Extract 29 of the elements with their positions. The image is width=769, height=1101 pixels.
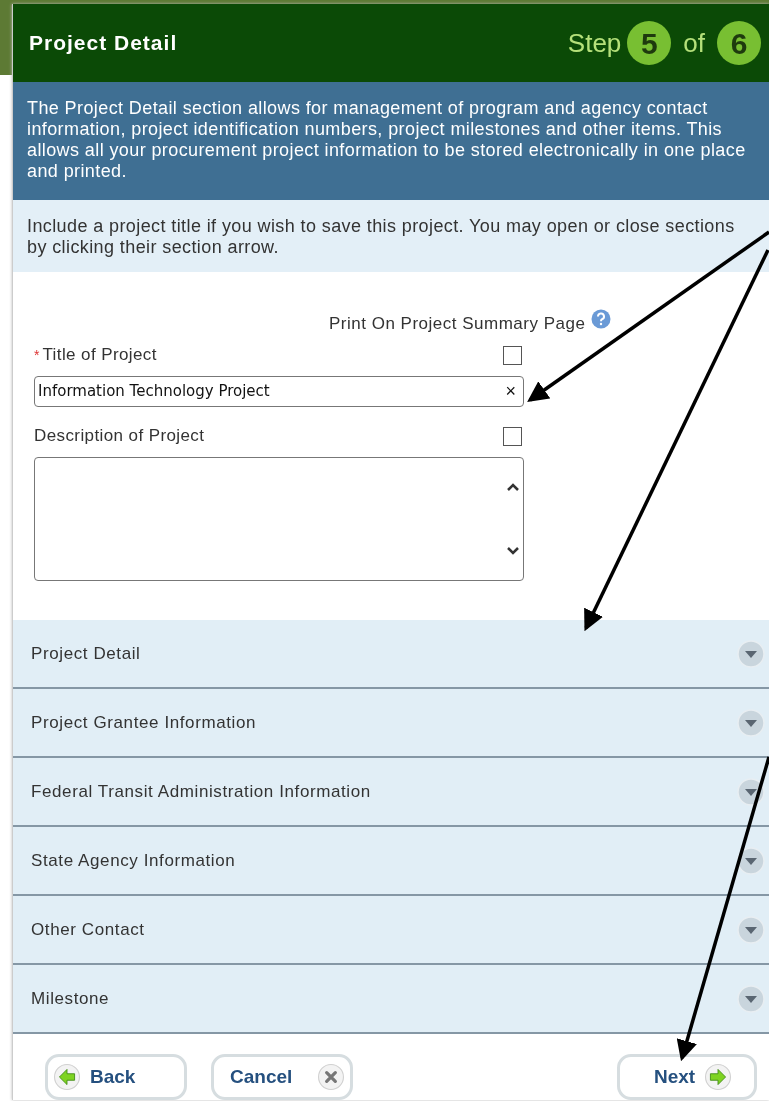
print-checkbox[interactable]: [503, 426, 522, 446]
section-header[interactable]: Milestone: [13, 965, 769, 1034]
step-number: 5: [627, 21, 672, 65]
close-icon: [318, 1064, 344, 1090]
cancel-button[interactable]: Cancel: [211, 1054, 353, 1100]
section-header[interactable]: Project Detail: [13, 620, 769, 689]
step-number: 6: [717, 21, 761, 65]
instructions-text: Include a project title if you wish to save this project. You may open or close sections by clicking their section arrow.: [27, 216, 736, 258]
intro-text: The Project Detail section allows for management of program and agency contact information, project identification numbers, project milestones and other items. This allows all your procurement project information to be stored electronically in one place and printed.: [27, 98, 747, 182]
print-label: Print On Project Summary Page: [329, 313, 586, 336]
next-button[interactable]: Next: [617, 1054, 757, 1100]
help-icon[interactable]: [591, 309, 612, 329]
scroll-up-icon[interactable]: [506, 482, 520, 492]
section-header[interactable]: Federal Transit Administration Information: [13, 758, 769, 827]
page-title: Project Detail: [29, 30, 178, 57]
description-field[interactable]: [34, 457, 524, 581]
step-label: of: [683, 26, 705, 60]
section-header[interactable]: Project Grantee Information: [13, 689, 769, 758]
section-header[interactable]: Other Contact: [13, 896, 769, 965]
title-field[interactable]: Information Technology Project ×: [34, 376, 524, 407]
scroll-down-icon[interactable]: [506, 546, 520, 556]
step-label: Step: [567, 26, 622, 60]
back-button[interactable]: Back: [45, 1054, 187, 1100]
required-mark: *: [34, 345, 40, 365]
clear-button[interactable]: ×: [505, 378, 520, 405]
field-label: Description of Project: [34, 425, 205, 448]
section-header[interactable]: State Agency Information: [13, 827, 769, 896]
print-checkbox[interactable]: [503, 345, 522, 365]
field-label: Title of Project: [42, 344, 157, 367]
